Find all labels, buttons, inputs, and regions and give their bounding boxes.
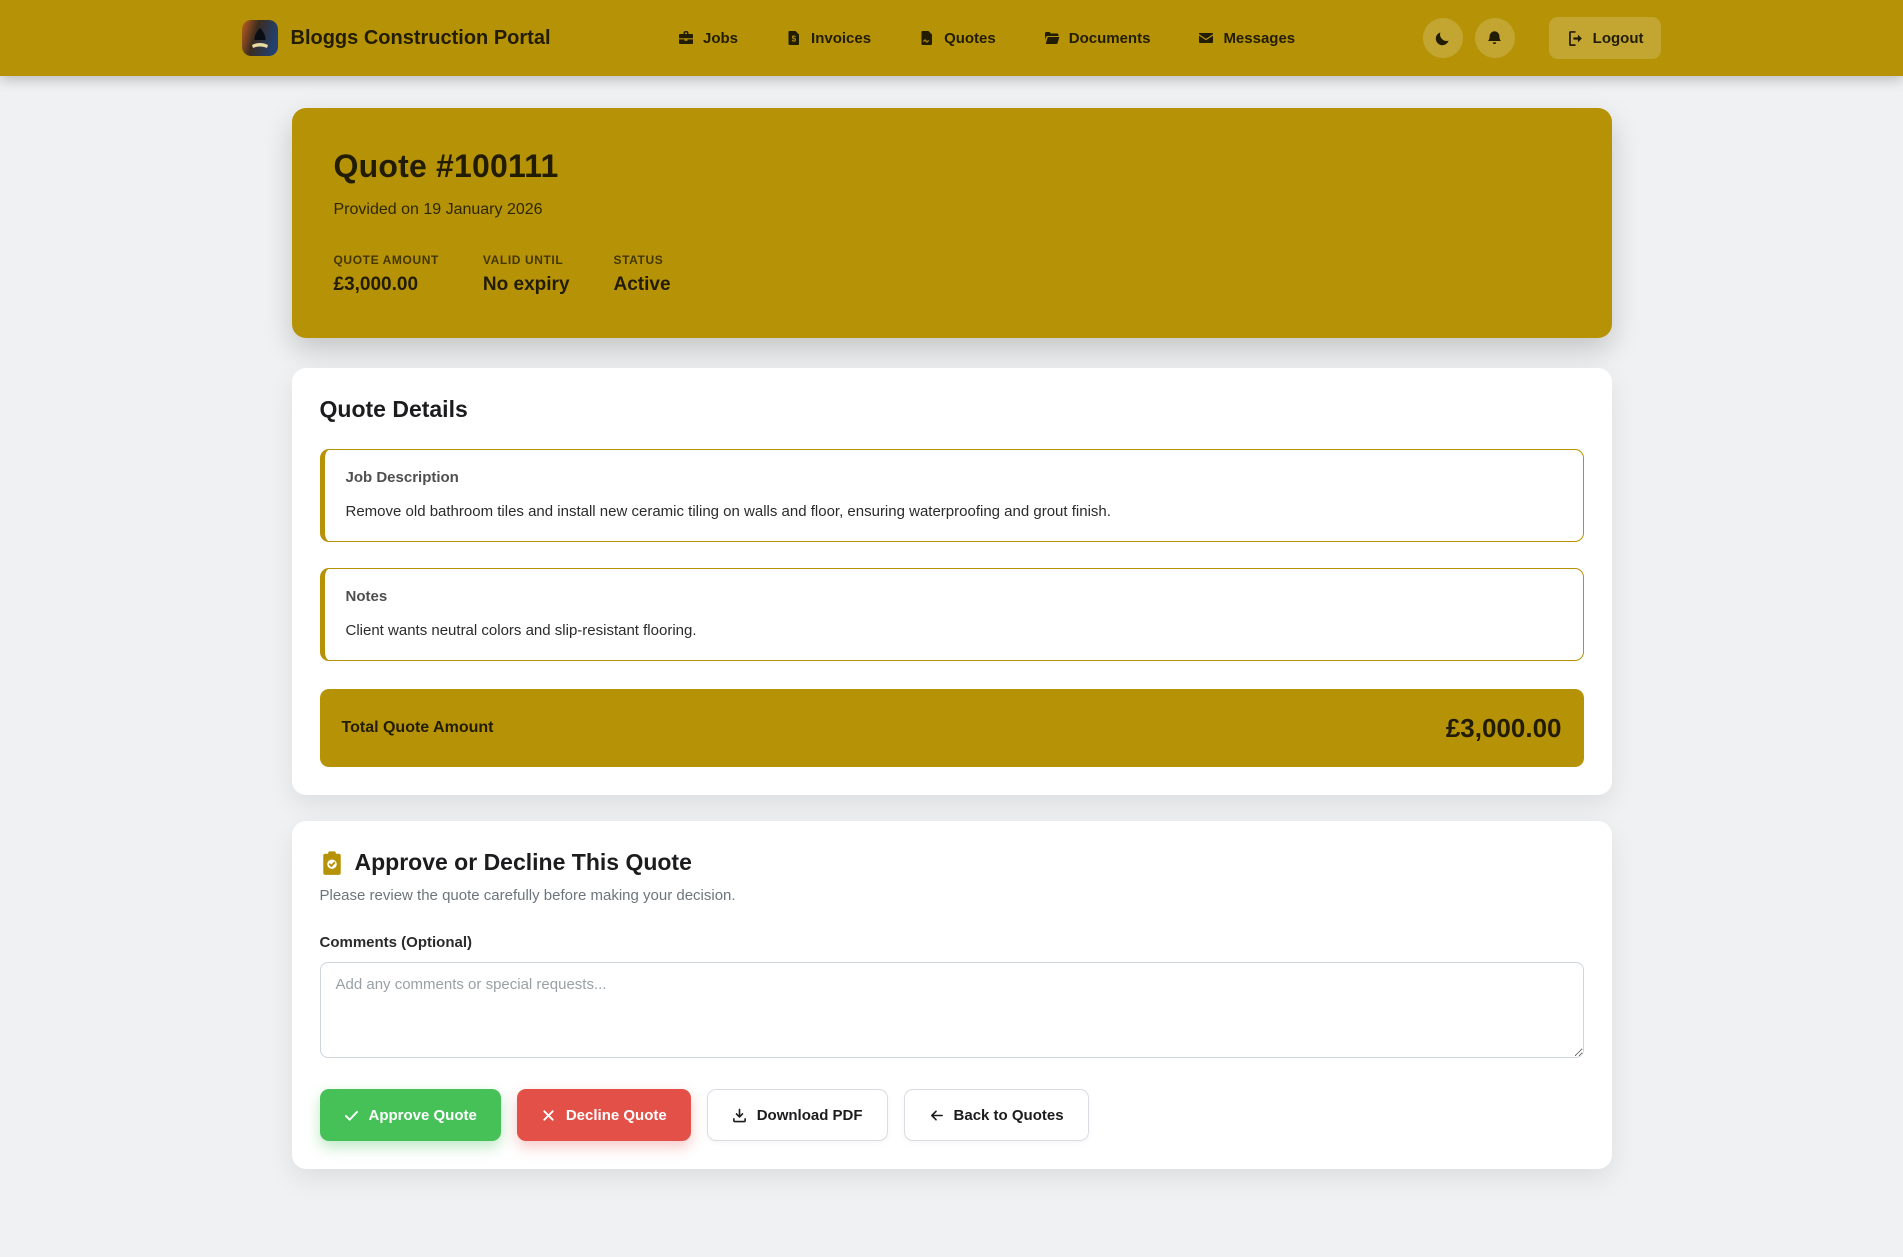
brand[interactable]: Bloggs Construction Portal xyxy=(242,20,551,56)
file-signature-icon xyxy=(919,30,935,46)
back-label: Back to Quotes xyxy=(954,1107,1064,1124)
decision-card: Approve or Decline This Quote Please rev… xyxy=(292,821,1612,1169)
download-label: Download PDF xyxy=(757,1107,863,1124)
decision-title: Approve or Decline This Quote xyxy=(355,849,692,876)
nav-item-invoices[interactable]: $ Invoices xyxy=(786,30,871,47)
folder-open-icon xyxy=(1044,30,1060,46)
brand-title: Bloggs Construction Portal xyxy=(291,27,551,50)
quote-summary-card: Quote #100111 Provided on 19 January 202… xyxy=(292,108,1612,338)
main-nav: Jobs $ Invoices Quotes Documents xyxy=(678,30,1295,47)
download-pdf-button[interactable]: Download PDF xyxy=(707,1089,888,1141)
notes-box: Notes Client wants neutral colors and sl… xyxy=(320,568,1584,661)
moon-icon xyxy=(1434,30,1451,47)
logout-icon xyxy=(1567,30,1584,47)
top-nav: Bloggs Construction Portal Jobs $ Invoic… xyxy=(0,0,1903,76)
quote-details-heading: Quote Details xyxy=(320,396,1584,423)
main-content: Quote #100111 Provided on 19 January 202… xyxy=(292,108,1612,1169)
stat-label: QUOTE AMOUNT xyxy=(334,253,439,267)
notes-label: Notes xyxy=(346,588,1562,605)
decision-buttons: Approve Quote Decline Quote Download PDF… xyxy=(320,1089,1584,1141)
bell-icon xyxy=(1486,30,1503,47)
total-amount-label: Total Quote Amount xyxy=(342,719,494,737)
download-icon xyxy=(732,1108,747,1123)
nav-label: Invoices xyxy=(811,30,871,47)
decision-heading: Approve or Decline This Quote xyxy=(320,849,1584,876)
nav-item-documents[interactable]: Documents xyxy=(1044,30,1151,47)
quote-title: Quote #100111 xyxy=(334,148,1570,185)
svg-text:$: $ xyxy=(792,35,797,44)
job-description-label: Job Description xyxy=(346,469,1562,486)
quote-details-card: Quote Details Job Description Remove old… xyxy=(292,368,1612,795)
job-description-text: Remove old bathroom tiles and install ne… xyxy=(346,501,1562,522)
comments-input[interactable] xyxy=(320,962,1584,1058)
nav-label: Messages xyxy=(1223,30,1295,47)
comments-label: Comments (Optional) xyxy=(320,934,1584,951)
stat-valid-until: VALID UNTIL No expiry xyxy=(483,253,570,296)
stat-value: £3,000.00 xyxy=(334,274,439,296)
stat-value: No expiry xyxy=(483,274,570,296)
stat-status: STATUS Active xyxy=(614,253,671,296)
back-to-quotes-button[interactable]: Back to Quotes xyxy=(904,1089,1089,1141)
nav-item-quotes[interactable]: Quotes xyxy=(919,30,996,47)
approve-label: Approve Quote xyxy=(369,1107,477,1124)
nav-label: Quotes xyxy=(944,30,996,47)
stat-label: STATUS xyxy=(614,253,671,267)
quote-provided-date: Provided on 19 January 2026 xyxy=(334,201,1570,219)
logout-button[interactable]: Logout xyxy=(1549,17,1662,59)
stat-quote-amount: QUOTE AMOUNT £3,000.00 xyxy=(334,253,439,296)
stat-label: VALID UNTIL xyxy=(483,253,570,267)
app-logo-icon xyxy=(242,20,278,56)
status-badge: Active xyxy=(614,274,671,296)
x-icon xyxy=(541,1108,556,1123)
header-actions: Logout xyxy=(1423,17,1662,59)
job-description-box: Job Description Remove old bathroom tile… xyxy=(320,449,1584,542)
total-amount-bar: Total Quote Amount £3,000.00 xyxy=(320,689,1584,767)
envelope-icon xyxy=(1198,30,1214,46)
decline-quote-button[interactable]: Decline Quote xyxy=(517,1089,691,1141)
notifications-button[interactable] xyxy=(1475,18,1515,58)
briefcase-icon xyxy=(678,30,694,46)
decline-label: Decline Quote xyxy=(566,1107,667,1124)
approve-quote-button[interactable]: Approve Quote xyxy=(320,1089,501,1141)
nav-label: Documents xyxy=(1069,30,1151,47)
dark-mode-toggle[interactable] xyxy=(1423,18,1463,58)
clipboard-check-icon xyxy=(320,850,344,876)
decision-subtitle: Please review the quote carefully before… xyxy=(320,887,1584,904)
check-icon xyxy=(344,1108,359,1123)
nav-label: Jobs xyxy=(703,30,738,47)
quote-stats: QUOTE AMOUNT £3,000.00 VALID UNTIL No ex… xyxy=(334,253,1570,296)
nav-item-jobs[interactable]: Jobs xyxy=(678,30,738,47)
total-amount-value: £3,000.00 xyxy=(1446,713,1562,744)
arrow-left-icon xyxy=(929,1108,944,1123)
notes-text: Client wants neutral colors and slip-res… xyxy=(346,620,1562,641)
file-invoice-icon: $ xyxy=(786,30,802,46)
nav-item-messages[interactable]: Messages xyxy=(1198,30,1295,47)
logout-label: Logout xyxy=(1593,30,1644,47)
